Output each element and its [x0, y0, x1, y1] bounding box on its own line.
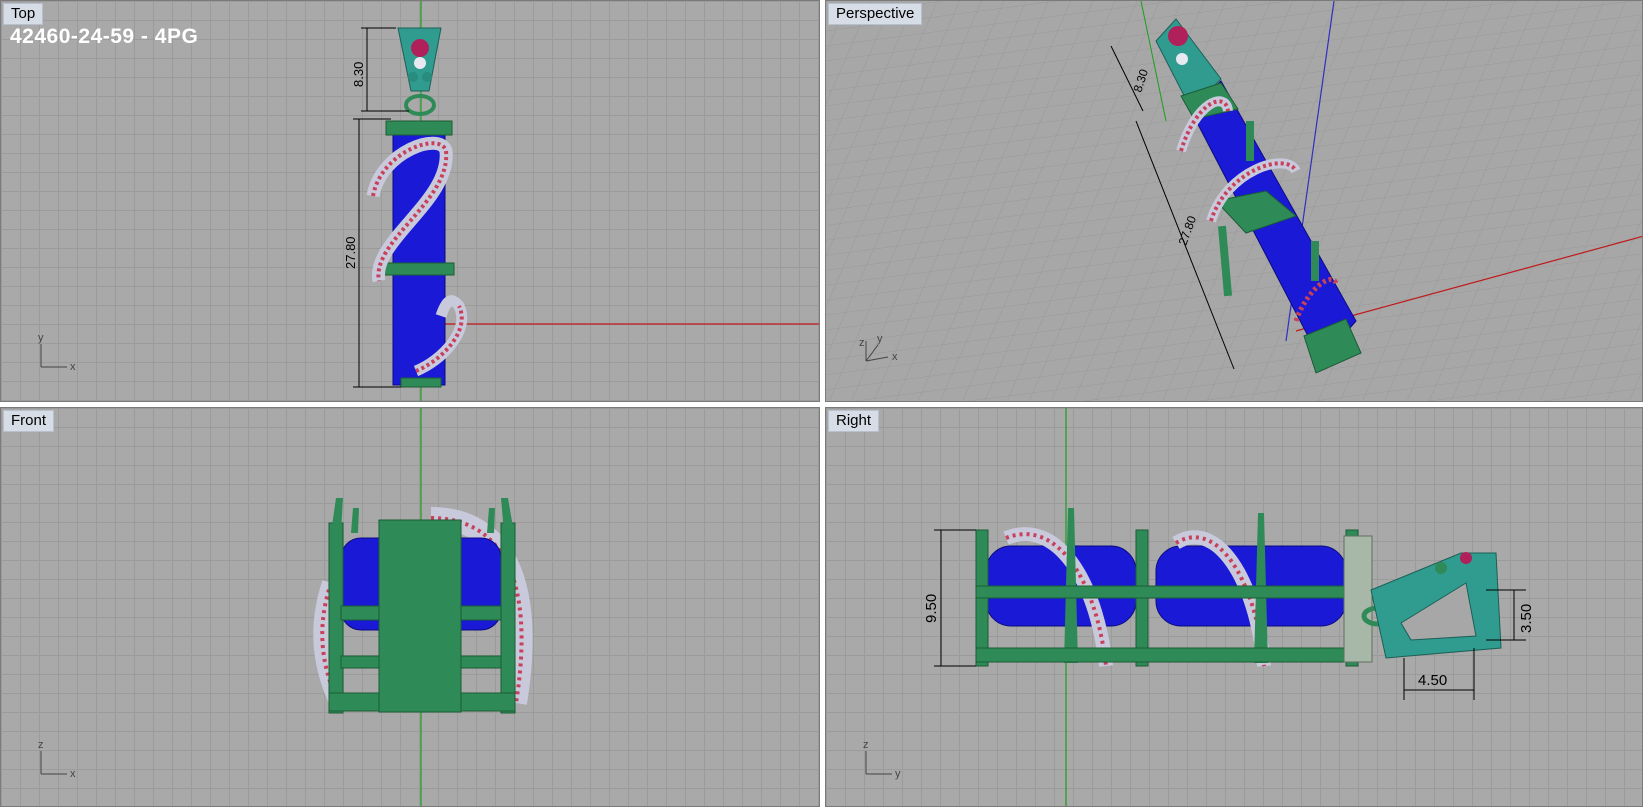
axis-label-front-h: x	[70, 768, 76, 780]
right-viewport[interactable]: Right 9.50 3.50 4.50 z y	[825, 407, 1643, 807]
viewport-label-top[interactable]: Top	[3, 3, 44, 25]
axis-label-front-v: z	[38, 739, 44, 751]
perspective-scene: 8.30 27.80 z x y	[826, 1, 1642, 401]
viewport-label-perspective[interactable]: Perspective	[828, 3, 923, 25]
perspective-viewport[interactable]: Perspective 8.30 27.80 z x y	[825, 0, 1643, 402]
axis-label-persp-h: x	[892, 351, 898, 363]
axis-label-persp-v: z	[859, 337, 865, 349]
front-viewport[interactable]: Front z x	[0, 407, 820, 807]
axis-label-top-v: y	[38, 332, 44, 344]
axis-label-persp-d: y	[877, 333, 883, 345]
right-scene: 9.50 3.50 4.50 z y	[863, 408, 1535, 806]
axis-label-top-h: x	[70, 361, 76, 373]
top-scene: 8.30 27.80 y x	[38, 1, 819, 401]
top-viewport[interactable]: Top 42460-24-59 - 4PG 8.30 27.80 y x	[0, 0, 820, 402]
dim-bail-depth: 3.50	[1518, 604, 1535, 633]
axis-label-right-v: z	[863, 739, 869, 751]
front-scene: z x	[38, 408, 533, 806]
dim-bail-width: 4.50	[1418, 672, 1447, 689]
viewport-label-right[interactable]: Right	[828, 410, 880, 432]
model-title: 42460-24-59 - 4PG	[10, 25, 199, 48]
dim-bail-height: 8.30	[351, 62, 366, 87]
dim-height: 9.50	[923, 594, 940, 623]
dim-body-length: 27.80	[343, 236, 358, 269]
axis-label-right-h: y	[895, 768, 901, 780]
viewport-label-front[interactable]: Front	[3, 410, 55, 432]
